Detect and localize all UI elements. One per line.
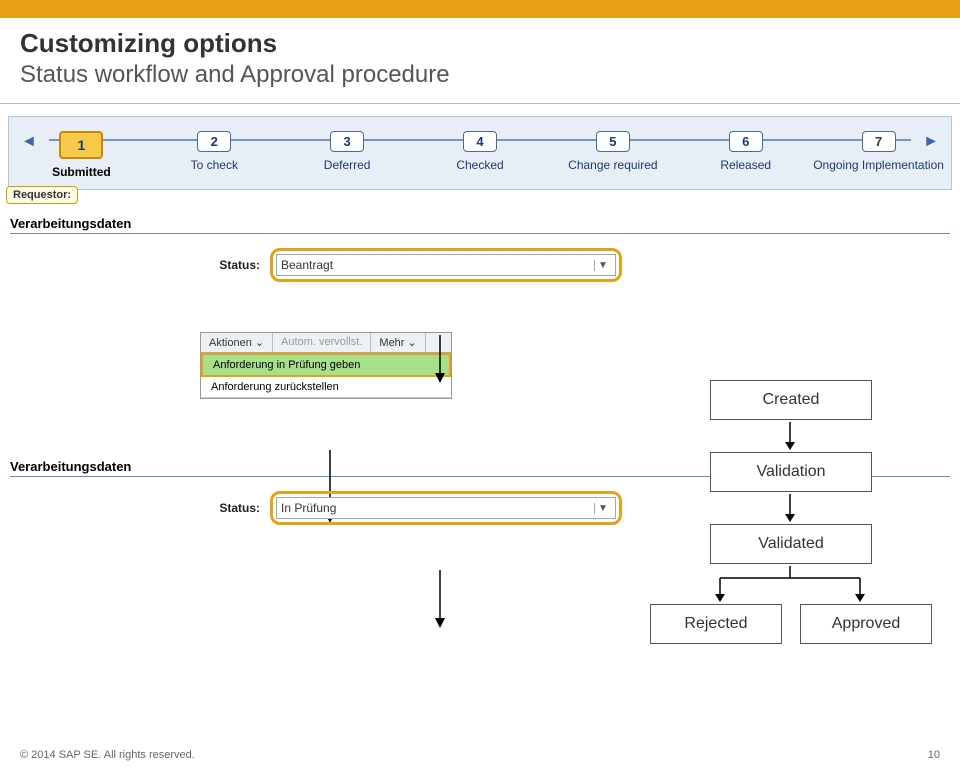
more-button[interactable]: Mehr ⌄	[371, 333, 425, 352]
flow-validated: Validated	[710, 524, 872, 564]
flow-created: Created	[710, 380, 872, 420]
step-badge: 2	[197, 131, 231, 152]
section-heading: Verarbeitungsdaten	[0, 216, 960, 231]
slide: Customizing options Status workflow and …	[0, 0, 960, 771]
arrow-icon	[780, 422, 800, 452]
divider	[0, 103, 960, 104]
step-label: Released	[679, 158, 812, 172]
footer: © 2014 SAP SE. All rights reserved. 10	[20, 749, 940, 761]
status-value: In Prüfung	[281, 501, 336, 515]
status-value: Beantragt	[281, 258, 333, 272]
step-label: Submitted	[15, 165, 148, 179]
step-badge: 4	[463, 131, 497, 152]
requestor-tooltip: Requestor:	[6, 186, 78, 204]
workflow-steps-panel: ◄ ► 1 Submitted 2 To check 3 Deferred 4 …	[8, 116, 952, 190]
step-3[interactable]: 3 Deferred	[281, 131, 414, 179]
status-combo-highlight: In Prüfung ▼	[270, 491, 622, 525]
chevron-down-icon: ▼	[594, 503, 611, 514]
step-label: To check	[148, 158, 281, 172]
step-4[interactable]: 4 Checked	[414, 131, 547, 179]
flow-validation: Validation	[710, 452, 872, 492]
flow-rejected: Rejected	[650, 604, 782, 644]
menu-item-defer[interactable]: Anforderung zurückstellen	[201, 377, 451, 398]
status-field-row: Status: Beantragt ▼	[200, 248, 960, 282]
menu-item-validate[interactable]: Anforderung in Prüfung geben	[201, 353, 451, 377]
step-label: Deferred	[281, 158, 414, 172]
status-combo[interactable]: Beantragt ▼	[276, 254, 616, 276]
page-subtitle: Status workflow and Approval procedure	[20, 61, 940, 89]
copyright-text: © 2014 SAP SE. All rights reserved.	[20, 749, 195, 761]
page-title: Customizing options	[20, 28, 940, 59]
step-7[interactable]: 7 Ongoing Implementation	[812, 131, 945, 179]
status-combo[interactable]: In Prüfung ▼	[276, 497, 616, 519]
step-badge: 5	[596, 131, 630, 152]
menu-toolbar: Aktionen ⌄ Autom. vervollst. Mehr ⌄	[201, 333, 451, 353]
accent-bar	[0, 0, 960, 18]
status-combo-highlight: Beantragt ▼	[270, 248, 622, 282]
step-badge: 7	[862, 131, 896, 152]
step-label: Ongoing Implementation	[812, 158, 945, 172]
status-field-row: Status: In Prüfung ▼	[200, 491, 960, 525]
actions-button[interactable]: Aktionen ⌄	[201, 333, 273, 352]
step-badge: 3	[330, 131, 364, 152]
autocomplete-button[interactable]: Autom. vervollst.	[273, 333, 371, 352]
section-divider	[10, 233, 950, 234]
status-label: Status:	[200, 258, 260, 272]
step-badge: 6	[729, 131, 763, 152]
step-badge: 1	[59, 131, 103, 159]
status-label: Status:	[200, 501, 260, 515]
step-6[interactable]: 6 Released	[679, 131, 812, 179]
step-2[interactable]: 2 To check	[148, 131, 281, 179]
step-label: Checked	[414, 158, 547, 172]
arrow-icon	[430, 570, 450, 630]
step-label: Change required	[546, 158, 679, 172]
flow-approved: Approved	[800, 604, 932, 644]
header: Customizing options Status workflow and …	[0, 18, 960, 97]
steps-row: 1 Submitted 2 To check 3 Deferred 4 Chec…	[15, 131, 945, 179]
chevron-down-icon: ▼	[594, 260, 611, 271]
page-number: 10	[928, 749, 940, 761]
step-1[interactable]: 1 Submitted	[15, 131, 148, 179]
step-5[interactable]: 5 Change required	[546, 131, 679, 179]
actions-menu: Aktionen ⌄ Autom. vervollst. Mehr ⌄ Anfo…	[200, 332, 452, 399]
arrow-icon	[700, 566, 880, 606]
